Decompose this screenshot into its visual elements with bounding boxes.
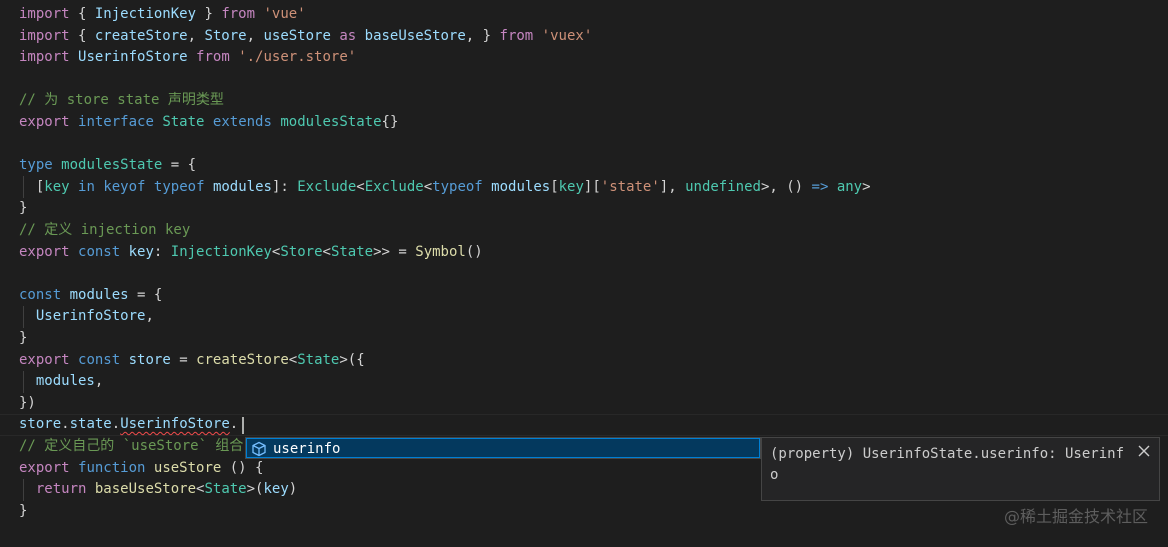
cube-property-icon xyxy=(252,441,266,457)
suggest-item-userinfo[interactable]: userinfo xyxy=(246,438,760,458)
code-line-6: export interface State extends modulesSt… xyxy=(19,114,399,130)
code-line-12: export const key: InjectionKey<Store<Sta… xyxy=(19,244,483,260)
code-line-10: } xyxy=(19,200,28,216)
code-line-24: } xyxy=(19,503,28,519)
error-squiggle: UserinfoStore xyxy=(120,416,230,432)
suggest-details-panel: (property) UserinfoState.userinfo: Useri… xyxy=(761,437,1160,501)
suggest-widget[interactable]: userinfo xyxy=(245,437,761,459)
code-line-16: } xyxy=(19,330,28,346)
suggest-item-label: userinfo xyxy=(273,441,341,457)
code-line-17: export const store = createStore<State>(… xyxy=(19,352,365,368)
code-line-20[interactable]: store.state.UserinfoStore. xyxy=(19,414,238,436)
code-line-3: import UserinfoStore from './user.store' xyxy=(19,49,357,65)
details-text: (property) UserinfoState.userinfo: Useri… xyxy=(770,446,1125,483)
code-line-8: type modulesState = { xyxy=(19,157,197,173)
close-icon[interactable] xyxy=(1137,444,1151,458)
code-line-11: // 定义 injection key xyxy=(19,222,191,238)
code-line-18: modules, xyxy=(35,373,104,389)
code-line-15: UserinfoStore, xyxy=(35,308,154,324)
code-line-21: // 定义自己的 `useStore` 组合 xyxy=(19,438,244,454)
text-cursor xyxy=(242,417,244,434)
watermark: @稀土掘金技术社区 xyxy=(1003,507,1148,526)
code-line-9: [key in keyof typeof modules]: Exclude<E… xyxy=(19,179,871,195)
code-line-1: import { InjectionKey } from 'vue' xyxy=(19,6,306,22)
code-line-2: import { createStore, Store, useStore as… xyxy=(19,28,593,44)
code-line-5: // 为 store state 声明类型 xyxy=(19,92,224,108)
code-line-23: return baseUseStore<State>(key) xyxy=(35,481,298,497)
code-line-19: }) xyxy=(19,395,36,411)
code-line-22: export function useStore () { xyxy=(19,460,264,476)
code-line-14: const modules = { xyxy=(19,287,163,303)
